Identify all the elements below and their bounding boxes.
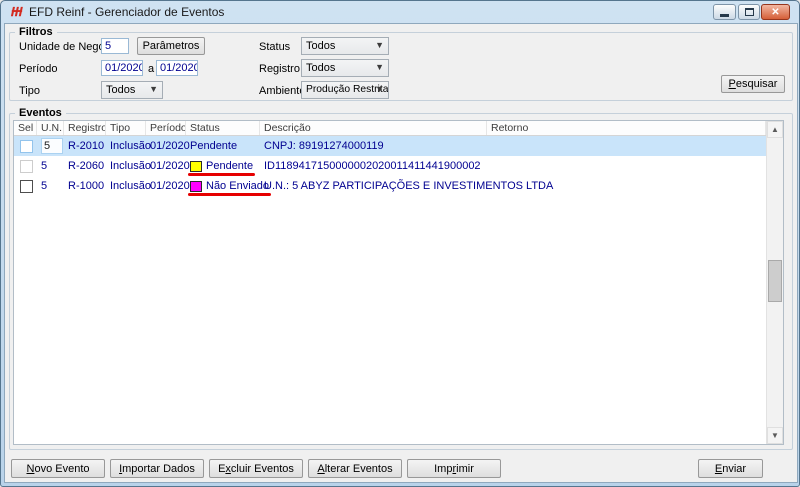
status-text: Não Enviado [206,180,269,192]
status-badge: Não Enviado [188,180,271,196]
periodo-label: Período [19,63,58,75]
alterar-eventos-button[interactable]: Alterar Eventos [308,459,402,478]
grid-body: 5 R-2010 Inclusão 01/2020 Pendente CNPJ: 8919… [14,136,766,444]
minimize-button[interactable] [713,4,736,20]
window-title: EFD Reinf - Gerenciador de Eventos [29,5,225,19]
red-underline-annotation [188,193,271,196]
status-color-icon [190,180,202,192]
cell-registro: R-2010 [68,140,105,152]
cell-periodo: 01/2020 [150,140,190,152]
cell-un: 5 [37,136,64,156]
cell-descricao: U.N.: 5 ABYZ PARTICIPAÇÕES E INVESTIMENT… [264,180,554,192]
enviar-button[interactable]: Enviar [698,459,763,478]
column-header-un[interactable]: U.N. [37,121,64,135]
app-icon [10,6,23,17]
scroll-down-button[interactable]: ▼ [767,427,783,444]
title-bar[interactable]: EFD Reinf - Gerenciador de Eventos ✕ [1,1,799,23]
red-underline-annotation [188,173,256,176]
cell-retorno [487,156,766,176]
ambiente-select[interactable]: Produção Restrita ▼ [301,81,389,99]
column-header-status[interactable]: Status [186,121,260,135]
cell-descricao: ID1189417150000002020011411441900002 [264,160,481,172]
close-icon: ✕ [771,6,780,18]
cell-sel [14,136,37,156]
status-badge: Pendente [188,160,256,176]
pesquisar-button[interactable]: Pesquisar [721,75,785,93]
cell-periodo: 01/2020 [150,160,190,172]
close-button[interactable]: ✕ [761,4,790,20]
tipo-select[interactable]: Todos ▼ [101,81,163,99]
un-cell-editor[interactable]: 5 [41,138,63,154]
periodo-to-input[interactable]: 01/2020 [156,60,198,76]
chevron-down-icon: ▼ [149,84,158,94]
registro-filter-value: Todos [306,62,336,74]
row-checkbox[interactable] [20,139,33,153]
tipo-value: Todos [106,84,136,96]
scrollbar-thumb[interactable] [768,260,782,302]
cell-status: Pendente [186,156,260,176]
status-text: Pendente [190,140,238,152]
maximize-icon [744,8,754,16]
cell-retorno [487,136,766,156]
status-filter-value: Todos [306,40,336,52]
chevron-down-icon: ▼ [375,62,384,72]
cell-descricao: CNPJ: 89191274000119 [264,140,384,152]
row-checkbox[interactable] [20,179,33,193]
parametros-button[interactable]: Parâmetros [137,37,205,55]
cell-tipo: Inclusão [110,140,151,152]
table-row[interactable]: 5 R-2060 Inclusão 01/2020 Pendente ID11894171… [14,156,766,176]
cell-tipo: Inclusão [110,160,151,172]
column-header-perodo[interactable]: Período [146,121,186,135]
unidade-input[interactable]: 5 [101,38,129,54]
cell-registro: R-1000 [68,180,105,192]
cell-un: 5 [41,160,48,172]
events-group-label: Eventos [15,107,66,119]
column-header-tipo[interactable]: Tipo [106,121,146,135]
chevron-down-icon: ▼ [375,40,384,50]
excluir-eventos-button[interactable]: Ex cluir Eventos [209,459,303,478]
column-header-sel[interactable]: Sel [14,121,37,135]
filters-group-label: Filtros [15,26,57,38]
minimize-icon [720,13,729,17]
cell-registro: R-2060 [68,160,105,172]
cell-retorno [487,176,766,196]
imprimir-button[interactable]: Imp r imir [407,459,501,478]
periodo-separator-label: a [148,63,155,75]
registro-filter-label: Registro [259,63,300,75]
cell-periodo: 01/2020 [150,180,190,192]
periodo-from-input[interactable]: 01/2020 [101,60,143,76]
app-window: EFD Reinf - Gerenciador de Eventos ✕ Fil… [0,0,800,487]
status-text: Pendente [206,160,254,172]
table-row[interactable]: 5 R-2010 Inclusão 01/2020 Pendente CNPJ: 8919… [14,136,766,156]
maximize-button[interactable] [738,4,760,20]
cell-status: Não Enviado [186,176,271,196]
chevron-down-icon: ▼ [771,431,779,440]
novo-evento-button[interactable]: Novo Evento [11,459,105,478]
ambiente-label: Ambiente [259,85,306,97]
cell-un: 5 [41,180,48,192]
importar-dados-button[interactable]: Importar Dados [110,459,204,478]
row-checkbox[interactable] [20,159,33,173]
grid-header: Sel U.N. Registro Tipo Período Status Descriçã… [14,121,766,136]
status-filter-select[interactable]: Todos ▼ [301,37,389,55]
column-header-registro[interactable]: Registro [64,121,106,135]
table-row[interactable]: 5 R-1000 Inclusão 01/2020 Não Enviado U.N.: 5… [14,176,766,196]
column-header-retorno[interactable]: Retorno [487,121,766,135]
cell-tipo: Inclusão [110,180,151,192]
cell-status: Pendente [186,136,260,156]
vertical-scrollbar[interactable]: ▲ ▼ [766,121,783,444]
status-badge: Pendente [190,140,237,152]
events-grid: Sel U.N. Registro Tipo Período Status Descriçã… [13,120,784,445]
status-color-icon [190,160,202,172]
cell-sel [14,176,37,196]
chevron-up-icon: ▲ [771,125,779,134]
registro-filter-select[interactable]: Todos ▼ [301,59,389,77]
column-header-descrio[interactable]: Descrição [260,121,487,135]
scroll-up-button[interactable]: ▲ [767,121,783,138]
tipo-label: Tipo [19,85,40,97]
chevron-down-icon: ▼ [375,84,384,94]
cell-sel [14,156,37,176]
status-filter-label: Status [259,41,291,53]
